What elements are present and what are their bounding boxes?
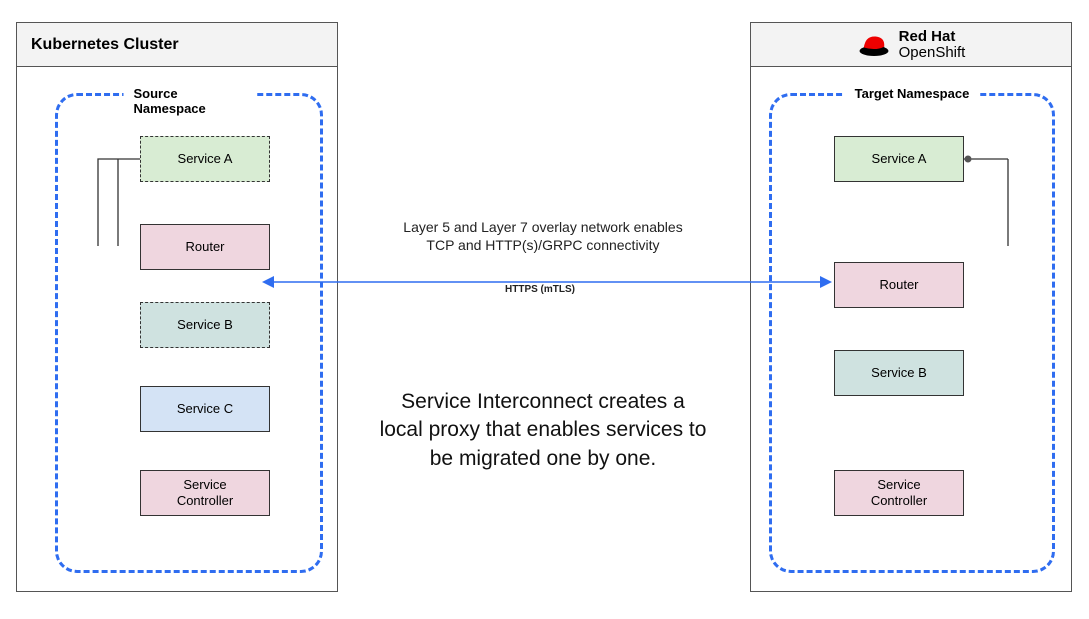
target-service-b-label: Service B <box>871 365 927 381</box>
source-service-controller-label: Service Controller <box>177 477 233 508</box>
left-cluster-title: Kubernetes Cluster <box>31 36 179 54</box>
source-service-a: Service A <box>140 136 270 182</box>
redhat-logo: Red Hat OpenShift <box>765 29 1057 61</box>
diagram-stage: Kubernetes Cluster Source Namespace Serv… <box>0 0 1089 619</box>
target-service-b: Service B <box>834 350 964 396</box>
source-service-controller: Service Controller <box>140 470 270 516</box>
source-namespace-label: Source Namespace <box>124 86 255 116</box>
overlay-network-text: Layer 5 and Layer 7 overlay network enab… <box>388 218 698 254</box>
redhat-hat-icon <box>857 32 891 58</box>
left-cluster-header: Kubernetes Cluster <box>17 23 337 67</box>
target-namespace: Target Namespace Service A Router Servic… <box>769 93 1055 573</box>
source-service-a-label: Service A <box>178 151 233 167</box>
description-text-content: Service Interconnect creates a local pro… <box>380 390 707 470</box>
left-cluster-panel: Kubernetes Cluster Source Namespace Serv… <box>16 22 338 592</box>
connection-protocol-label: HTTPS (mTLS) <box>480 284 600 295</box>
overlay-network-text-content: Layer 5 and Layer 7 overlay network enab… <box>403 219 682 253</box>
target-service-controller-label: Service Controller <box>871 477 927 508</box>
source-router-label: Router <box>185 239 224 255</box>
source-service-c: Service C <box>140 386 270 432</box>
source-service-b: Service B <box>140 302 270 348</box>
target-service-controller: Service Controller <box>834 470 964 516</box>
target-namespace-label: Target Namespace <box>845 86 980 101</box>
source-service-b-label: Service B <box>177 317 233 333</box>
redhat-title-secondary: OpenShift <box>899 45 966 61</box>
right-cluster-panel: Red Hat OpenShift Target Namespace Servi… <box>750 22 1072 592</box>
connection-protocol-label-content: HTTPS (mTLS) <box>505 284 575 295</box>
target-router: Router <box>834 262 964 308</box>
source-namespace: Source Namespace Service A Router Servic… <box>55 93 323 573</box>
target-router-label: Router <box>879 277 918 293</box>
source-router: Router <box>140 224 270 270</box>
target-service-a: Service A <box>834 136 964 182</box>
description-text: Service Interconnect creates a local pro… <box>378 388 708 473</box>
redhat-text: Red Hat OpenShift <box>899 29 966 61</box>
target-service-a-label: Service A <box>872 151 927 167</box>
redhat-title-primary: Red Hat <box>899 29 966 45</box>
right-cluster-header: Red Hat OpenShift <box>751 23 1071 67</box>
source-service-c-label: Service C <box>177 401 233 417</box>
